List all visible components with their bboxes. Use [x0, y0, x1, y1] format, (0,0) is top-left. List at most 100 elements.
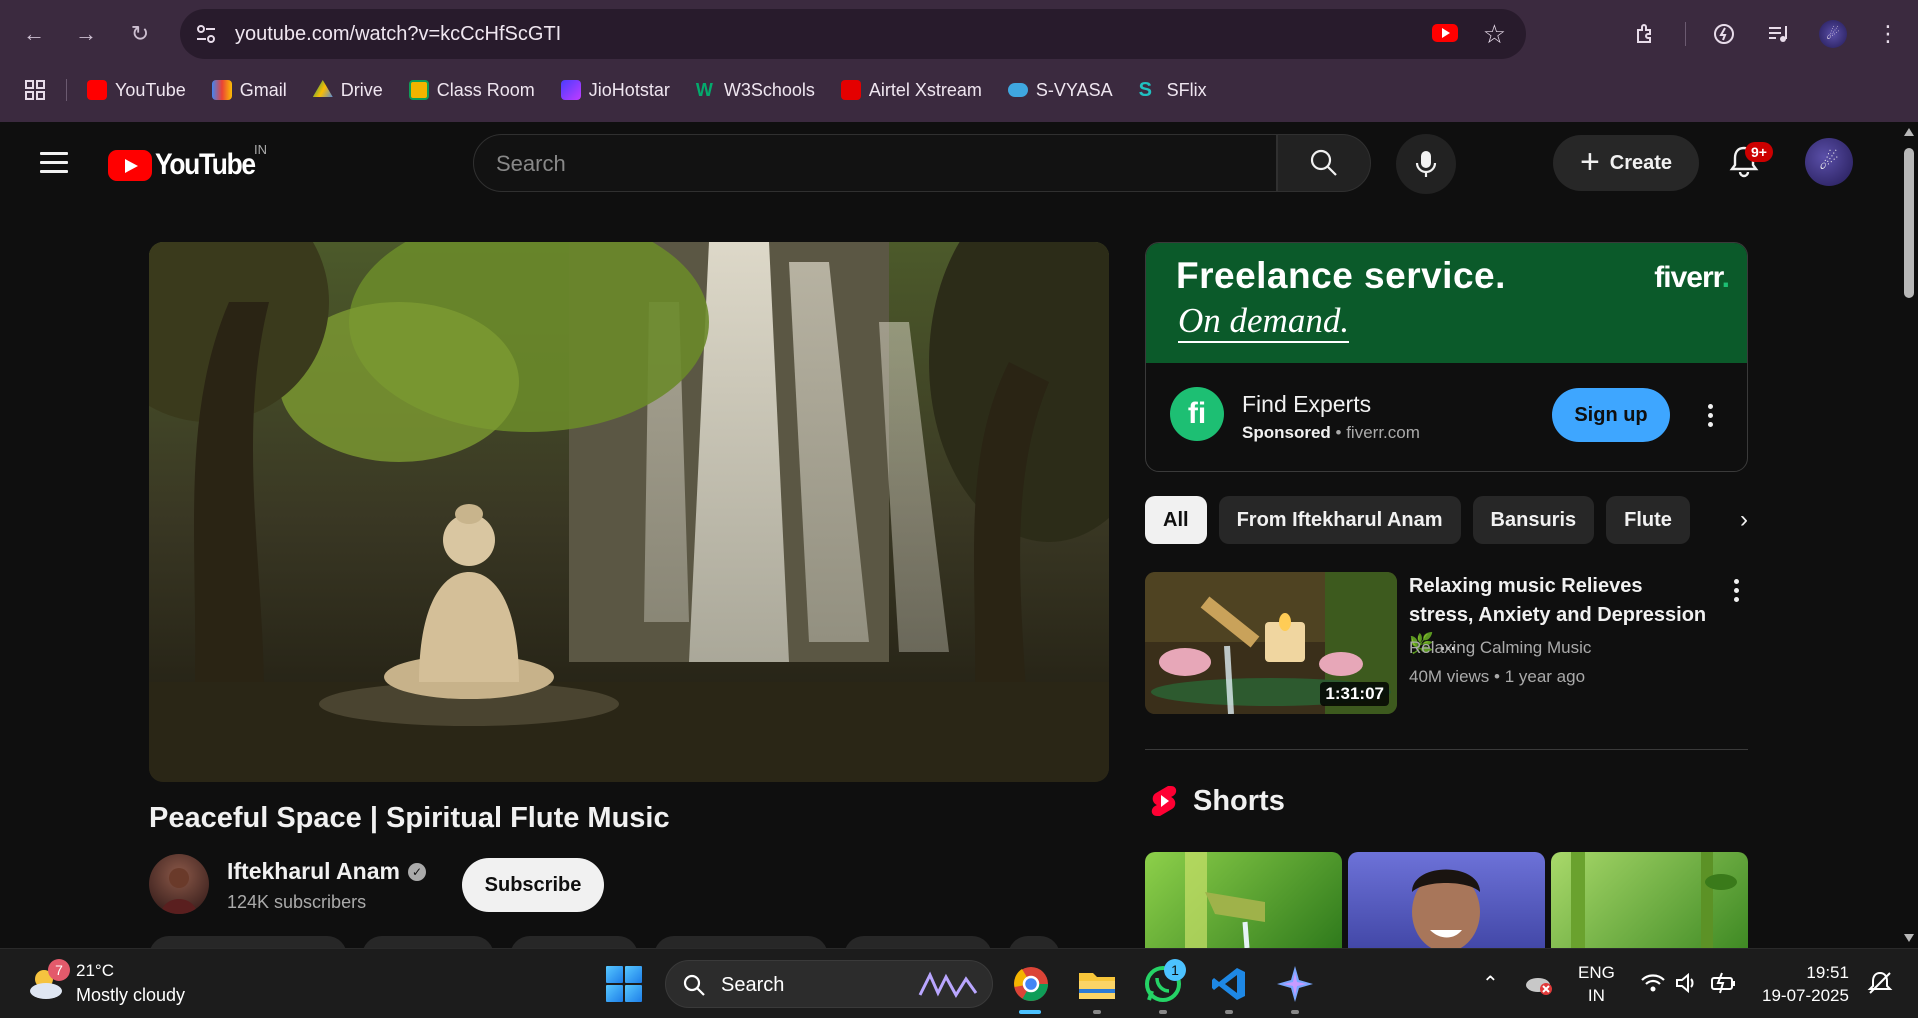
performance-icon[interactable]	[1706, 16, 1742, 52]
bookmarks-bar: YouTube Gmail Drive Class Room JioHotsta…	[24, 76, 1233, 104]
scroll-up-arrow-icon[interactable]	[1904, 128, 1914, 136]
youtube-play-icon	[108, 149, 152, 181]
notification-count-badge: 9+	[1745, 142, 1773, 162]
create-button[interactable]: + Create	[1553, 135, 1699, 191]
reload-icon[interactable]: ↻	[122, 16, 158, 52]
search-input[interactable]: Search	[473, 134, 1277, 192]
extensions-icon[interactable]	[1628, 16, 1664, 52]
battery-charging-icon[interactable]	[1710, 971, 1738, 995]
account-avatar[interactable]: ☄	[1805, 138, 1853, 186]
ad-meta: Sponsored • fiverr.com	[1242, 423, 1420, 442]
section-divider	[1145, 749, 1748, 750]
address-bar[interactable]: youtube.com/watch?v=kcCcHfScGTI ☆	[180, 9, 1526, 59]
menu-icon[interactable]	[40, 152, 68, 174]
page-scrollbar[interactable]	[1900, 122, 1918, 948]
apps-grid-icon[interactable]	[24, 79, 46, 101]
scroll-down-arrow-icon[interactable]	[1904, 934, 1914, 942]
chrome-app-icon[interactable]	[1008, 961, 1054, 1007]
filter-chips: All From Iftekharul Anam Bansuris Flute	[1145, 496, 1748, 544]
youtube-app-icon[interactable]	[1432, 24, 1458, 42]
file-explorer-indicator	[1093, 1010, 1101, 1014]
video-player[interactable]	[149, 242, 1109, 782]
ad-more-options-icon[interactable]	[1698, 400, 1722, 430]
profile-avatar-icon[interactable]: ☄	[1815, 16, 1851, 52]
voice-search-button[interactable]	[1396, 134, 1456, 194]
volume-icon[interactable]	[1674, 971, 1700, 995]
w3schools-icon: W	[695, 80, 713, 100]
recommended-more-options-icon[interactable]	[1724, 575, 1748, 605]
copilot-app-icon[interactable]	[1272, 961, 1318, 1007]
recommended-channel[interactable]: Relaxing Calming Music	[1409, 638, 1591, 658]
jiohotstar-icon	[560, 80, 581, 100]
youtube-header: YouTube IN Search + Create 9+ ☄	[0, 122, 1900, 206]
notification-center-icon[interactable]	[1866, 969, 1894, 997]
whatsapp-unread-badge: 1	[1164, 959, 1186, 981]
show-hidden-icons-chevron-icon[interactable]: ⌃	[1482, 971, 1499, 996]
bookmark-drive[interactable]: Drive	[312, 80, 383, 101]
site-info-icon[interactable]	[194, 22, 218, 46]
scroll-thumb[interactable]	[1904, 148, 1914, 298]
bookmark-sflix[interactable]: S SFlix	[1139, 80, 1207, 101]
forward-icon[interactable]: →	[68, 16, 104, 52]
bookmark-w3schools[interactable]: W W3Schools	[696, 80, 815, 101]
bookmark-star-icon[interactable]: ☆	[1483, 19, 1506, 50]
bookmark-airtel-xstream[interactable]: Airtel Xstream	[840, 80, 982, 101]
sponsored-ad-card[interactable]: Freelance service. On demand. fiverr. fi…	[1145, 242, 1748, 472]
bookmark-s-vyasa[interactable]: S-VYASA	[1007, 80, 1113, 101]
microphone-icon	[1415, 151, 1437, 177]
weather-condition: Mostly cloudy	[76, 985, 186, 1005]
weather-alert-badge: 7	[48, 959, 70, 981]
onedrive-error-icon[interactable]	[1524, 971, 1554, 997]
chip-all[interactable]: All	[1145, 496, 1207, 544]
chip-bansuris[interactable]: Bansuris	[1472, 496, 1595, 544]
subscriber-count: 124K subscribers	[227, 892, 367, 912]
bookmark-youtube[interactable]: YouTube	[87, 80, 186, 101]
file-explorer-icon[interactable]	[1074, 961, 1120, 1007]
browser-toolbar: ← → ↻ youtube.com/watch?v=kcCcHfScGTI ☆ …	[0, 0, 1918, 122]
video-frame-image	[149, 242, 1109, 782]
windows-start-icon[interactable]	[606, 966, 642, 1002]
chip-from-channel[interactable]: From Iftekharul Anam	[1218, 496, 1461, 544]
verified-badge-icon: ✓	[407, 862, 426, 881]
wifi-icon[interactable]	[1640, 971, 1666, 995]
channel-name[interactable]: Iftekharul Anam ✓	[227, 858, 426, 885]
taskbar-search[interactable]: Search	[665, 960, 993, 1008]
media-controls-icon[interactable]	[1760, 16, 1796, 52]
recommended-thumbnail[interactable]: 1:31:07	[1145, 572, 1397, 714]
shorts-icon	[1151, 786, 1177, 816]
recommended-views: 40M views • 1 year ago	[1409, 667, 1586, 686]
url-text: youtube.com/watch?v=kcCcHfScGTI	[235, 23, 562, 45]
chip-flute[interactable]: Flute	[1606, 496, 1690, 544]
bookmark-jiohotstar[interactable]: JioHotstar	[560, 80, 670, 101]
subscribe-button[interactable]: Subscribe	[462, 858, 604, 912]
vscode-icon[interactable]	[1206, 961, 1252, 1007]
vscode-indicator	[1225, 1010, 1233, 1014]
shorts-heading: Shorts	[1193, 785, 1285, 817]
back-icon[interactable]: ←	[16, 16, 52, 52]
bookmark-classroom[interactable]: Class Room	[408, 80, 535, 101]
copilot-indicator	[1291, 1010, 1299, 1014]
search-highlight-icon	[918, 971, 978, 998]
sign-up-button[interactable]: Sign up	[1552, 388, 1670, 442]
channel-avatar[interactable]	[149, 854, 209, 914]
youtube-icon	[87, 80, 107, 100]
short-thumbnail-face[interactable]	[1348, 852, 1545, 948]
ad-banner[interactable]: Freelance service. On demand. fiverr.	[1146, 243, 1747, 363]
input-language[interactable]: ENG IN	[1578, 961, 1615, 1007]
search-button[interactable]	[1277, 134, 1371, 192]
youtube-logo[interactable]: YouTube	[108, 148, 268, 182]
country-code: IN	[254, 142, 267, 157]
bookmarks-separator	[66, 79, 67, 101]
airtel-icon	[840, 80, 861, 100]
windows-taskbar: 7 21°C Mostly cloudy Search 1 ⌃ ENG IN 19…	[0, 948, 1918, 1018]
video-title: Peaceful Space | Spiritual Flute Music	[149, 802, 670, 834]
chrome-menu-icon[interactable]: ⋮	[1870, 16, 1906, 52]
search-icon	[1310, 149, 1337, 176]
bookmark-gmail[interactable]: Gmail	[211, 80, 287, 101]
short-thumbnail-bamboo-forest[interactable]	[1551, 852, 1748, 948]
system-clock[interactable]: 19:51 19-07-2025	[1762, 961, 1849, 1007]
plus-icon: +	[1579, 142, 1600, 181]
short-thumbnail-bamboo[interactable]	[1145, 852, 1342, 948]
chevron-right-icon[interactable]: ›	[1690, 496, 1748, 544]
s-vyasa-icon	[1007, 83, 1028, 97]
